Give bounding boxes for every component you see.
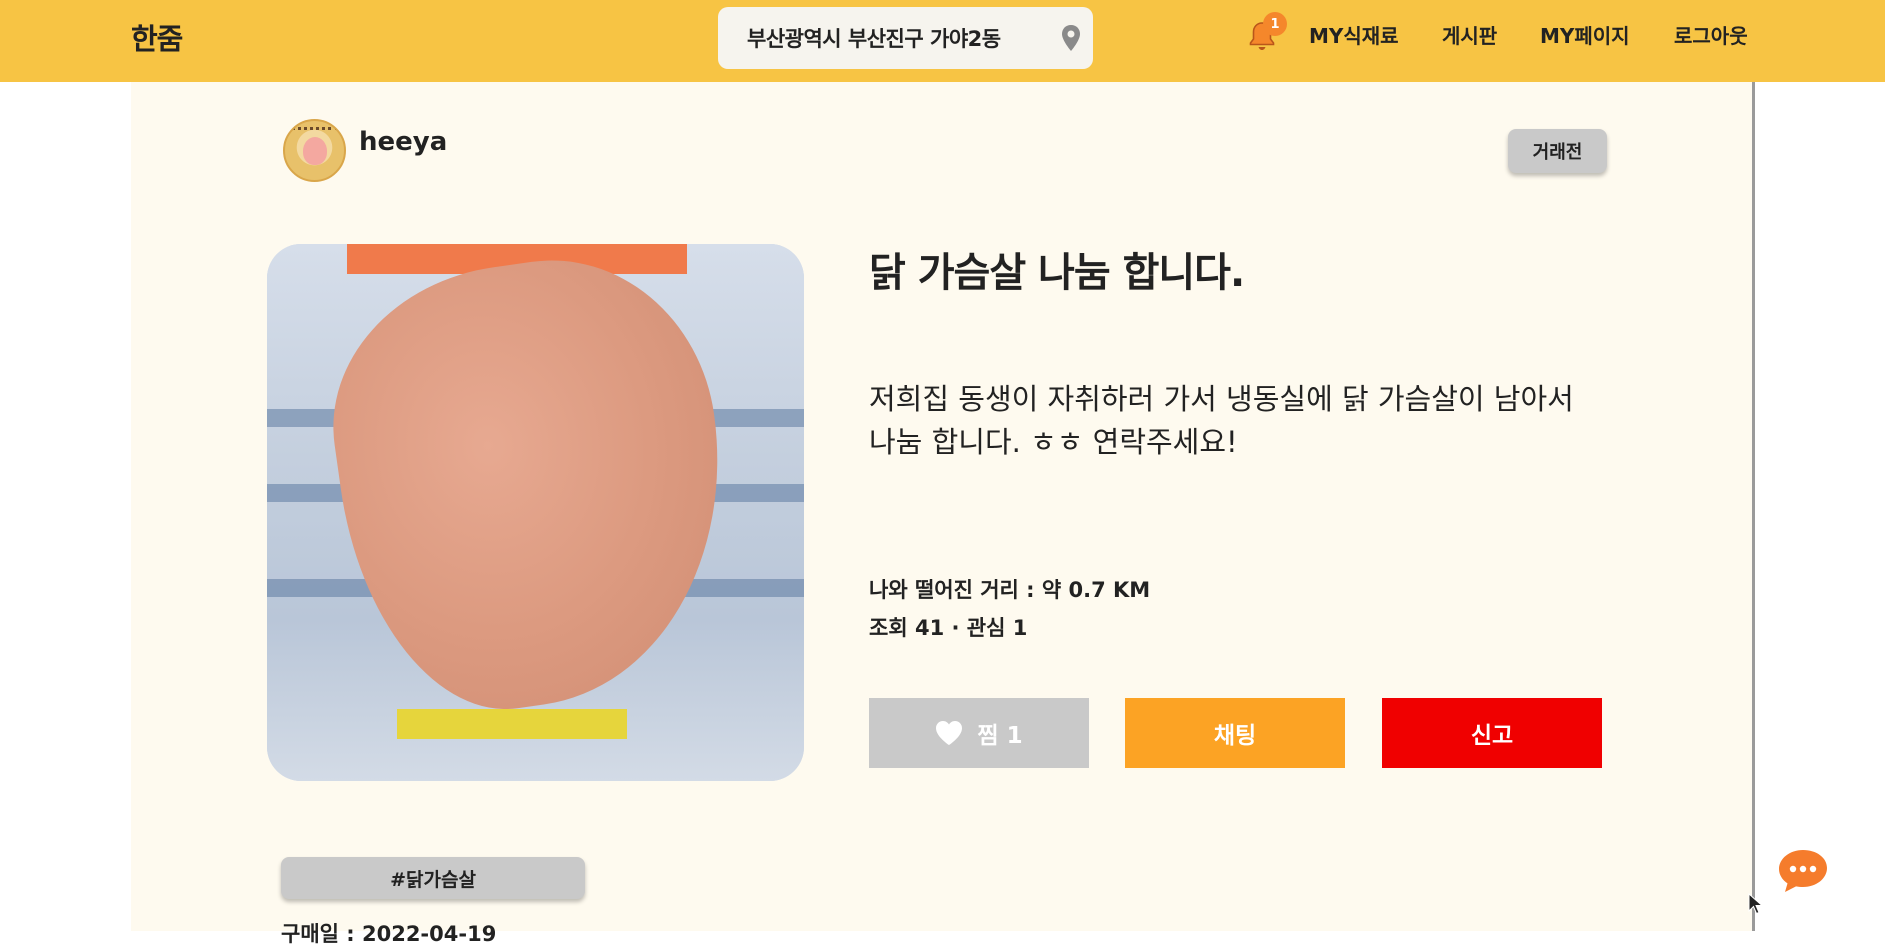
- chat-button[interactable]: 채팅: [1125, 698, 1345, 768]
- product-photo: [267, 244, 804, 781]
- like-label: 찜 1: [977, 723, 1023, 749]
- nav-board[interactable]: 게시판: [1442, 20, 1497, 49]
- location-text: 부산광역시 부산진구 가야2동: [747, 27, 1001, 51]
- distance-info: 나와 떨어진 거리 : 약 0.7 KM: [869, 578, 1151, 602]
- status-badge: 거래전: [1508, 129, 1607, 173]
- notification-badge: 1: [1263, 12, 1287, 36]
- top-navigation-bar: 한줌 부산광역시 부산진구 가야2동 1 MY식재료 게시판 MY페이지 로그아…: [0, 0, 1885, 82]
- purchase-date: 구매일 : 2022-04-19: [281, 922, 497, 946]
- hashtag-chip[interactable]: #닭가슴살: [281, 857, 585, 899]
- brand-logo[interactable]: 한줌: [131, 16, 183, 58]
- report-button[interactable]: 신고: [1382, 698, 1602, 768]
- nav-logout[interactable]: 로그아웃: [1674, 20, 1748, 49]
- map-pin-icon: [1062, 25, 1080, 51]
- like-button[interactable]: 찜 1: [869, 698, 1089, 768]
- location-selector[interactable]: 부산광역시 부산진구 가야2동: [718, 7, 1093, 69]
- author-name[interactable]: heeya: [359, 127, 447, 157]
- post-body: 저희집 동생이 자취하러 가서 냉동실에 닭 가슴살이 남아서 나눔 합니다. …: [869, 382, 1574, 459]
- nav-my-ingredients[interactable]: MY식재료: [1309, 20, 1399, 49]
- mouse-cursor-icon: [1748, 893, 1762, 915]
- heart-icon: [936, 721, 963, 745]
- nav-my-page[interactable]: MY페이지: [1540, 20, 1630, 49]
- photo-package-label: [397, 709, 627, 739]
- view-like-stats: 조회 41 · 관심 1: [869, 616, 1028, 640]
- avatar[interactable]: [283, 119, 346, 182]
- panel-divider: [1752, 82, 1755, 931]
- chat-bubble-icon[interactable]: [1777, 848, 1829, 894]
- post-title: 닭 가슴살 나눔 합니다.: [869, 250, 1245, 296]
